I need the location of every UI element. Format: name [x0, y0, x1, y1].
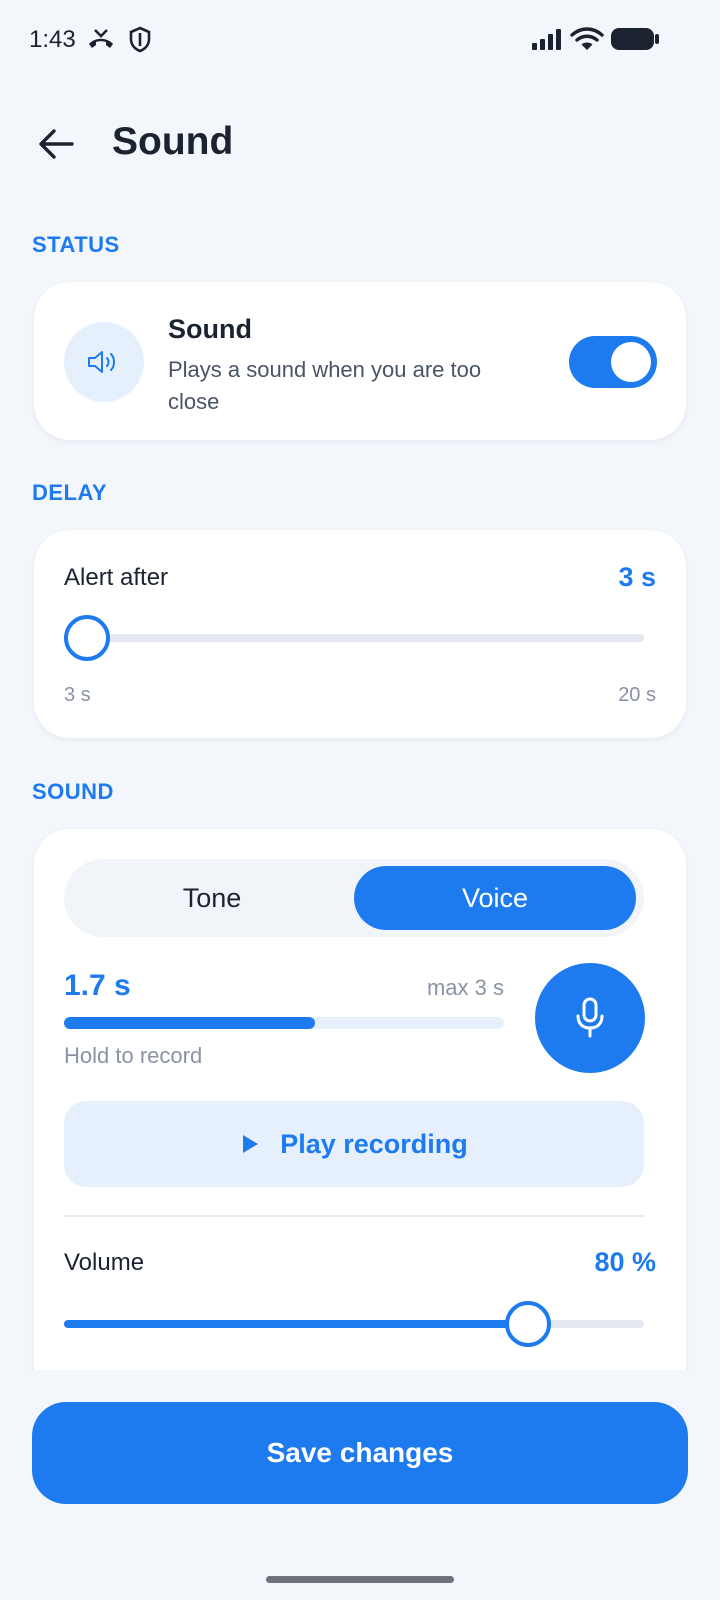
section-label-delay: DELAY [32, 480, 108, 505]
recording-hint: Hold to record [64, 1043, 203, 1068]
app-bar: Sound [0, 100, 720, 190]
tab-voice[interactable]: Voice [354, 866, 636, 930]
page-title: Sound [112, 120, 234, 163]
play-icon [243, 1135, 259, 1153]
delay-card: Alert after 3 s 3 s 20 s [34, 530, 686, 738]
missed-call-icon [86, 26, 116, 57]
speaker-icon [88, 351, 115, 373]
play-recording-label: Play recording [280, 1128, 468, 1159]
delay-slider-thumb[interactable] [64, 615, 110, 661]
status-title: Sound [168, 314, 252, 344]
section-label-status: STATUS [32, 232, 120, 257]
delay-min-label: 3 s [64, 684, 91, 706]
alert-after-label: Alert after [64, 564, 169, 591]
delay-max-label: 20 s [618, 684, 656, 706]
status-card: Sound Plays a sound when you are too clo… [34, 282, 686, 440]
divider [64, 1215, 644, 1217]
home-indicator[interactable] [266, 1576, 454, 1583]
arrow-left-icon [39, 129, 74, 159]
shield-icon [128, 26, 152, 59]
recording-duration: 1.7 s [64, 969, 131, 1002]
recording-progress-fill [64, 1017, 315, 1029]
microphone-icon [576, 997, 604, 1038]
volume-value: 80 % [594, 1247, 656, 1277]
recording-max: max 3 s [426, 975, 504, 1000]
volume-label: Volume [64, 1249, 145, 1276]
status-description: Plays a sound when you are too close [168, 357, 482, 414]
volume-slider-thumb[interactable] [505, 1301, 551, 1347]
sound-card: Tone Voice 1.7 s max 3 s Hold to record … [34, 829, 686, 1389]
tab-tone[interactable]: Tone [71, 866, 353, 930]
save-changes-button[interactable]: Save changes [32, 1402, 688, 1504]
volume-slider-fill [64, 1320, 528, 1328]
status-time: 1:43 [29, 26, 76, 53]
play-recording-button[interactable]: Play recording [64, 1101, 644, 1187]
record-button[interactable] [535, 963, 645, 1073]
section-label-sound: SOUND [32, 779, 114, 804]
status-bar: 1:43 [0, 0, 720, 80]
volume-slider-track[interactable] [64, 1320, 644, 1328]
battery-icon [610, 27, 660, 56]
alert-after-value: 3 s [618, 562, 656, 592]
back-button[interactable] [30, 118, 82, 170]
wifi-icon [570, 26, 604, 57]
sound-toggle[interactable] [569, 336, 657, 388]
toggle-knob [611, 342, 651, 382]
recording-progress-bar [64, 1017, 504, 1029]
signal-icon [530, 27, 564, 56]
sound-type-segmented-control: Tone Voice [64, 859, 644, 937]
delay-slider-track[interactable] [64, 634, 644, 642]
speaker-icon-badge [64, 322, 144, 402]
